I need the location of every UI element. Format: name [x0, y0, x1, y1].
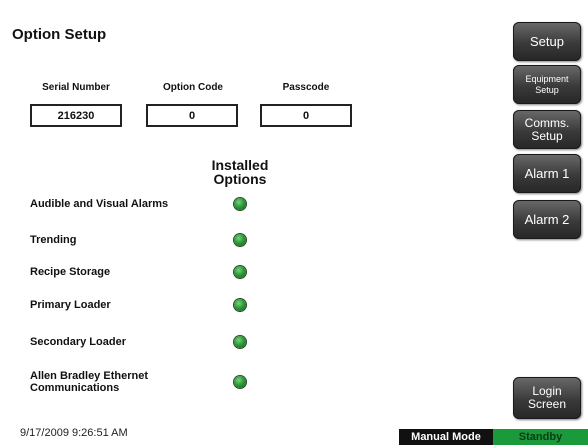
option-label: Trending	[30, 234, 77, 246]
login-screen-button-label: Login Screen	[527, 384, 567, 411]
installed-indicator-icon	[234, 299, 246, 311]
passcode-field[interactable]: 0	[260, 104, 352, 127]
option-label: Secondary Loader	[30, 336, 126, 348]
equipment-setup-button[interactable]: Equipment Setup	[513, 65, 581, 104]
alarm-2-button[interactable]: Alarm 2	[513, 200, 581, 239]
installed-indicator-icon	[234, 234, 246, 246]
login-screen-button[interactable]: Login Screen	[513, 377, 581, 419]
comms-setup-button[interactable]: Comms. Setup	[513, 110, 581, 149]
timestamp: 9/17/2009 9:26:51 AM	[20, 427, 128, 439]
mode-status-bar: Manual Mode Standby	[399, 429, 588, 445]
equipment-setup-button-label: Equipment Setup	[525, 73, 569, 95]
installed-options-header: Installed Options	[211, 157, 269, 187]
alarm-1-button-label: Alarm 1	[524, 165, 570, 181]
serial-number-label: Serial Number	[42, 82, 110, 93]
alarm-2-button-label: Alarm 2	[524, 211, 570, 227]
installed-indicator-icon	[234, 376, 246, 388]
installed-indicator-icon	[234, 198, 246, 210]
option-label: Primary Loader	[30, 299, 111, 311]
standby-indicator: Standby	[493, 429, 588, 445]
passcode-label: Passcode	[282, 82, 330, 93]
setup-button-label: Setup	[530, 33, 564, 49]
option-label: Allen Bradley Ethernet Communications	[30, 370, 148, 394]
option-code-label: Option Code	[163, 82, 223, 93]
option-label: Recipe Storage	[30, 266, 111, 278]
option-code-field[interactable]: 0	[146, 104, 238, 127]
installed-indicator-icon	[234, 336, 246, 348]
installed-indicator-icon	[234, 266, 246, 278]
comms-setup-button-label: Comms. Setup	[524, 115, 570, 143]
setup-button[interactable]: Setup	[513, 22, 581, 61]
manual-mode-indicator: Manual Mode	[399, 429, 493, 445]
option-label: Audible and Visual Alarms	[30, 198, 169, 210]
option-setup-screen: Option Setup Serial Number 216230 Option…	[0, 0, 588, 445]
alarm-1-button[interactable]: Alarm 1	[513, 154, 581, 193]
serial-number-field[interactable]: 216230	[30, 104, 122, 127]
page-title: Option Setup	[12, 26, 107, 43]
